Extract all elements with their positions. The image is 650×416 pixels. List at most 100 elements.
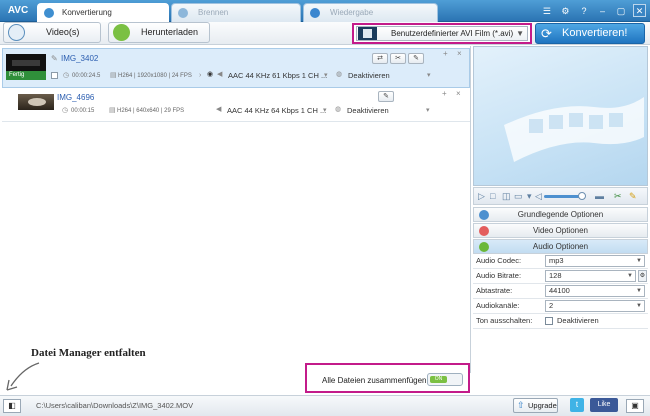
volume-icon[interactable]: ◁ bbox=[535, 190, 542, 202]
expand-right-panel-icon[interactable]: ▣ bbox=[626, 399, 644, 413]
app-logo: AVC bbox=[7, 5, 29, 16]
file-row[interactable]: Fertig ✎ IMG_3402 ◷ 00:00:24.5 ▤ H264 | … bbox=[2, 48, 470, 88]
sample-rate-select[interactable]: 44100 ▼ bbox=[545, 285, 645, 297]
duration: 00:00:15 bbox=[71, 108, 95, 114]
chevron-down-icon[interactable]: ▾ bbox=[527, 190, 532, 202]
audio-codec-select[interactable]: mp3 ▼ bbox=[545, 255, 645, 267]
chevron-down-icon: ▼ bbox=[636, 288, 642, 294]
cut-icon[interactable]: ✂ bbox=[390, 53, 406, 64]
clock-icon: ◷ bbox=[63, 72, 70, 79]
audio-info[interactable]: AAC 44 KHz 61 Kbps 1 CH ... bbox=[228, 71, 327, 80]
subtitle-select[interactable]: Deaktivieren bbox=[347, 106, 389, 115]
volume-slider[interactable] bbox=[544, 195, 582, 198]
merge-files-toggle[interactable]: ON bbox=[427, 373, 463, 386]
audio-info[interactable]: AAC 44 KHz 64 Kbps 1 CH ... bbox=[227, 106, 326, 115]
convert-tab-icon bbox=[44, 8, 54, 18]
play-tab-icon bbox=[310, 8, 320, 18]
mute-checkbox-label: Deaktivieren bbox=[557, 316, 599, 325]
stop-icon[interactable]: □ bbox=[490, 190, 495, 202]
mute-checkbox[interactable] bbox=[545, 317, 553, 325]
chevron-down-icon: ▼ bbox=[636, 303, 642, 309]
audio-options-header[interactable]: Audio Optionen bbox=[473, 239, 648, 254]
minimize-icon[interactable]: – bbox=[596, 5, 609, 18]
settings-icon[interactable]: ⚙ bbox=[559, 5, 572, 18]
toggle-on-indicator: ON bbox=[430, 376, 447, 383]
subtitle-select[interactable]: Deaktivieren bbox=[348, 71, 390, 80]
subtitle-icon: ◍ bbox=[335, 106, 342, 113]
facebook-like-button[interactable]: Like bbox=[590, 398, 618, 412]
toolbar: Video(s) Herunterladen Benutzerdefiniert… bbox=[0, 22, 650, 45]
arrow-right-icon: › bbox=[199, 72, 202, 79]
file-name[interactable]: IMG_3402 bbox=[61, 54, 98, 63]
maximize-icon[interactable]: ▢ bbox=[614, 5, 627, 18]
remove-icon[interactable]: × bbox=[457, 49, 462, 58]
film-strip-icon: ▤ bbox=[110, 72, 117, 79]
fullscreen-icon[interactable]: ▭ bbox=[514, 190, 523, 202]
convert-button[interactable]: ⟳ Konvertieren! bbox=[535, 23, 645, 44]
add-video-button[interactable]: Video(s) bbox=[3, 22, 101, 43]
convert-file-icon[interactable]: ⇄ bbox=[372, 53, 388, 64]
video-options-icon bbox=[479, 226, 489, 236]
output-format-select[interactable]: Benutzerdefinierter AVI Film (*.avi) ▼ bbox=[356, 26, 528, 41]
volume-slider-handle[interactable] bbox=[578, 192, 586, 200]
expand-file-manager-icon[interactable]: ◧ bbox=[3, 399, 21, 413]
video-options-header[interactable]: Video Optionen bbox=[473, 223, 648, 238]
menu-icon[interactable]: ☰ bbox=[540, 5, 553, 18]
video-thumbnail bbox=[18, 94, 54, 110]
output-path: C:\Users\caliban\Downloads\Z\IMG_3402.MO… bbox=[36, 401, 194, 410]
add-icon[interactable]: + bbox=[442, 89, 447, 98]
upgrade-icon: ⇧ bbox=[517, 400, 525, 410]
audio-bitrate-select[interactable]: 128 ▼ bbox=[545, 270, 636, 282]
file-row[interactable]: IMG_4696 ◷ 00:00:15 ▤ H264 | 640x640 | 2… bbox=[2, 89, 470, 122]
mute-row: Ton ausschalten: Deaktivieren bbox=[473, 314, 648, 329]
refresh-icon: ⟳ bbox=[541, 26, 552, 41]
chevron-down-icon[interactable]: ▾ bbox=[427, 72, 431, 80]
close-icon[interactable]: ✕ bbox=[633, 4, 646, 17]
magic-wand-icon[interactable]: ✎ bbox=[629, 190, 637, 202]
tab-label: Brennen bbox=[198, 8, 229, 17]
folder-icon[interactable]: ▬ bbox=[595, 190, 604, 202]
rename-icon[interactable]: ✎ bbox=[51, 55, 59, 63]
audio-track-icon: ◉ bbox=[207, 71, 214, 78]
play-icon[interactable]: ▷ bbox=[478, 190, 485, 202]
audio-channels-select[interactable]: 2 ▼ bbox=[545, 300, 645, 312]
cut-icon[interactable]: ✂ bbox=[614, 190, 622, 202]
edit-effects-icon[interactable]: ✎ bbox=[378, 91, 394, 102]
tab-konvertierung[interactable]: Konvertierung bbox=[37, 3, 169, 22]
video-info: H264 | 640x640 | 29 FPS bbox=[117, 108, 185, 114]
film-strip-icon: ▤ bbox=[109, 107, 116, 114]
twitter-icon[interactable]: t bbox=[570, 398, 584, 412]
snapshot-icon[interactable]: ◫ bbox=[502, 190, 511, 202]
duration: 00:00:24.5 bbox=[72, 73, 101, 79]
edit-effects-icon[interactable]: ✎ bbox=[408, 53, 424, 64]
merge-files-highlight: Alle Dateien zusammenfügen ON bbox=[305, 363, 470, 393]
audio-options-icon bbox=[479, 242, 489, 252]
tab-wiedergabe[interactable]: Wiedergabe bbox=[303, 3, 438, 22]
upgrade-button[interactable]: ⇧ Upgrade bbox=[513, 398, 558, 413]
basic-options-header[interactable]: Grundlegende Optionen bbox=[473, 207, 648, 222]
audio-channels-row: Audiokanäle: 2 ▼ bbox=[473, 299, 648, 314]
file-name[interactable]: IMG_4696 bbox=[57, 93, 94, 102]
title-bar: AVC Konvertierung Brennen Wiedergabe ☰ ⚙… bbox=[0, 0, 650, 22]
chevron-down-icon[interactable]: ▾ bbox=[324, 72, 328, 80]
speaker-icon: ◀ bbox=[217, 71, 223, 78]
film-icon bbox=[358, 27, 377, 40]
help-icon[interactable]: ? bbox=[577, 5, 590, 18]
subtitle-icon: ◍ bbox=[336, 71, 343, 78]
download-button[interactable]: Herunterladen bbox=[108, 22, 210, 43]
add-icon[interactable]: + bbox=[443, 49, 448, 58]
bitrate-settings-icon[interactable]: ⚙ bbox=[638, 270, 647, 282]
chevron-down-icon: ▼ bbox=[516, 29, 524, 38]
remove-icon[interactable]: × bbox=[456, 89, 461, 98]
chevron-down-icon[interactable]: ▾ bbox=[323, 107, 327, 115]
audio-bitrate-row: Audio Bitrate: 128 ▼ ⚙ bbox=[473, 269, 648, 284]
merge-files-label: Alle Dateien zusammenfügen bbox=[322, 376, 427, 385]
add-video-icon bbox=[8, 24, 25, 41]
film-reel-graphic bbox=[504, 97, 644, 162]
file-checkbox[interactable] bbox=[51, 72, 58, 79]
basic-options-icon bbox=[479, 210, 489, 220]
tab-brennen[interactable]: Brennen bbox=[171, 3, 301, 22]
disc-icon bbox=[178, 8, 188, 18]
chevron-down-icon[interactable]: ▾ bbox=[426, 107, 430, 115]
chevron-down-icon: ▼ bbox=[627, 273, 633, 279]
